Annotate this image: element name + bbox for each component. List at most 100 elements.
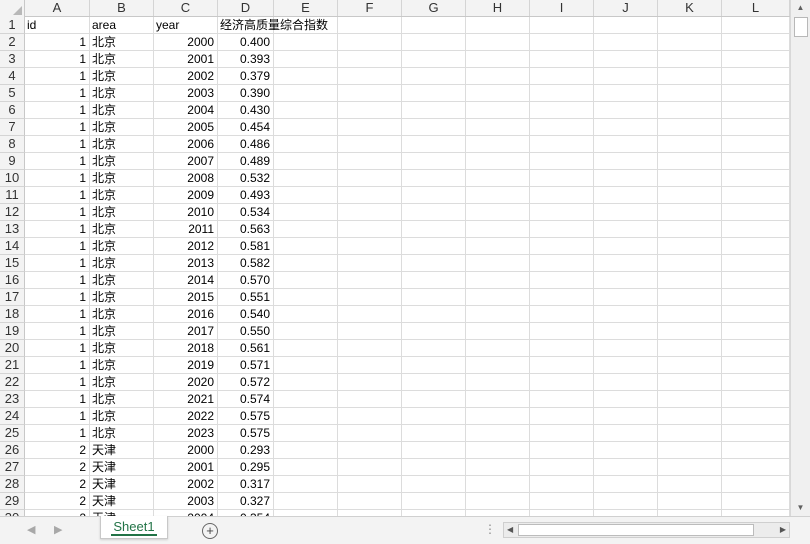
cell-id[interactable]: 2 <box>25 459 90 476</box>
empty-cell[interactable] <box>594 442 658 459</box>
empty-cell[interactable] <box>466 68 530 85</box>
cell-index-value[interactable]: 0.571 <box>218 357 274 374</box>
cell-index-value[interactable]: 0.390 <box>218 85 274 102</box>
empty-cell[interactable] <box>594 34 658 51</box>
empty-cell[interactable] <box>722 136 790 153</box>
empty-cell[interactable] <box>338 374 402 391</box>
cell-year[interactable]: 2020 <box>154 374 218 391</box>
empty-cell[interactable] <box>530 340 594 357</box>
empty-cell[interactable] <box>658 136 722 153</box>
empty-cell[interactable] <box>722 323 790 340</box>
scroll-up-icon[interactable]: ▲ <box>791 0 810 16</box>
scroll-down-icon[interactable]: ▼ <box>791 500 810 516</box>
cell-id[interactable]: 1 <box>25 68 90 85</box>
empty-cell[interactable] <box>274 391 338 408</box>
empty-cell[interactable] <box>594 459 658 476</box>
empty-cell[interactable] <box>402 476 466 493</box>
empty-cell[interactable] <box>402 34 466 51</box>
cell-area[interactable]: 北京 <box>90 51 154 68</box>
empty-cell[interactable] <box>274 221 338 238</box>
cell-id[interactable]: 1 <box>25 272 90 289</box>
cell-index-value[interactable]: 0.295 <box>218 459 274 476</box>
row-header[interactable]: 13 <box>0 221 25 238</box>
cell-year[interactable]: 2009 <box>154 187 218 204</box>
empty-cell[interactable] <box>722 85 790 102</box>
horizontal-scrollbar[interactable]: ◀ ▶ <box>503 522 790 538</box>
empty-cell[interactable] <box>722 459 790 476</box>
empty-cell[interactable] <box>402 493 466 510</box>
empty-cell[interactable] <box>466 119 530 136</box>
cell-year[interactable]: 2010 <box>154 204 218 221</box>
empty-cell[interactable] <box>466 289 530 306</box>
empty-cell[interactable] <box>402 85 466 102</box>
empty-cell[interactable] <box>658 170 722 187</box>
row-header[interactable]: 29 <box>0 493 25 510</box>
empty-cell[interactable] <box>274 238 338 255</box>
cell-id[interactable]: 1 <box>25 357 90 374</box>
cell-year[interactable]: 2012 <box>154 238 218 255</box>
cell-year[interactable]: 2003 <box>154 85 218 102</box>
empty-cell[interactable] <box>658 204 722 221</box>
empty-cell[interactable] <box>722 187 790 204</box>
cell-year[interactable]: 2002 <box>154 476 218 493</box>
empty-cell[interactable] <box>466 459 530 476</box>
empty-cell[interactable] <box>658 374 722 391</box>
empty-cell[interactable] <box>338 51 402 68</box>
cell-area[interactable]: 北京 <box>90 408 154 425</box>
cell-id[interactable]: 1 <box>25 119 90 136</box>
cell-id[interactable]: 1 <box>25 255 90 272</box>
cell-index-value[interactable]: 0.550 <box>218 323 274 340</box>
empty-cell[interactable] <box>338 459 402 476</box>
empty-cell[interactable] <box>658 255 722 272</box>
column-header-f[interactable]: F <box>338 0 402 16</box>
empty-cell[interactable] <box>274 102 338 119</box>
empty-cell[interactable] <box>402 17 466 34</box>
cell-year[interactable]: 2004 <box>154 102 218 119</box>
column-header-c[interactable]: C <box>154 0 218 16</box>
row-header[interactable]: 9 <box>0 153 25 170</box>
empty-cell[interactable] <box>338 493 402 510</box>
cell-id[interactable]: 1 <box>25 187 90 204</box>
cell-area[interactable]: 北京 <box>90 170 154 187</box>
empty-cell[interactable] <box>402 323 466 340</box>
scroll-right-icon[interactable]: ▶ <box>780 523 786 537</box>
plus-circle-icon[interactable]: + <box>202 523 218 539</box>
spreadsheet-grid[interactable]: A B C D E F G H I J K L id area year 经济高质量综… <box>0 0 790 516</box>
empty-cell[interactable] <box>722 391 790 408</box>
empty-cell[interactable] <box>338 306 402 323</box>
empty-cell[interactable] <box>658 85 722 102</box>
empty-cell[interactable] <box>658 357 722 374</box>
empty-cell[interactable] <box>402 119 466 136</box>
cell-area[interactable]: 天津 <box>90 493 154 510</box>
empty-cell[interactable] <box>530 34 594 51</box>
empty-cell[interactable] <box>338 221 402 238</box>
empty-cell[interactable] <box>402 170 466 187</box>
row-header[interactable]: 12 <box>0 204 25 221</box>
empty-cell[interactable] <box>274 476 338 493</box>
empty-cell[interactable] <box>722 442 790 459</box>
empty-cell[interactable] <box>338 476 402 493</box>
empty-cell[interactable] <box>274 85 338 102</box>
empty-cell[interactable] <box>530 493 594 510</box>
empty-cell[interactable] <box>466 238 530 255</box>
empty-cell[interactable] <box>658 323 722 340</box>
empty-cell[interactable] <box>338 323 402 340</box>
cell-year[interactable]: 2016 <box>154 306 218 323</box>
select-all-corner[interactable] <box>0 0 25 17</box>
empty-cell[interactable] <box>658 493 722 510</box>
empty-cell[interactable] <box>530 102 594 119</box>
empty-cell[interactable] <box>338 153 402 170</box>
empty-cell[interactable] <box>274 459 338 476</box>
cell-id[interactable]: 1 <box>25 221 90 238</box>
empty-cell[interactable] <box>338 17 402 34</box>
empty-cell[interactable] <box>722 51 790 68</box>
empty-cell[interactable] <box>530 238 594 255</box>
empty-cell[interactable] <box>722 34 790 51</box>
empty-cell[interactable] <box>658 340 722 357</box>
empty-cell[interactable] <box>722 204 790 221</box>
cell-index-value[interactable]: 0.572 <box>218 374 274 391</box>
empty-cell[interactable] <box>594 476 658 493</box>
row-header[interactable]: 2 <box>0 34 25 51</box>
empty-cell[interactable] <box>530 442 594 459</box>
row-header[interactable]: 7 <box>0 119 25 136</box>
